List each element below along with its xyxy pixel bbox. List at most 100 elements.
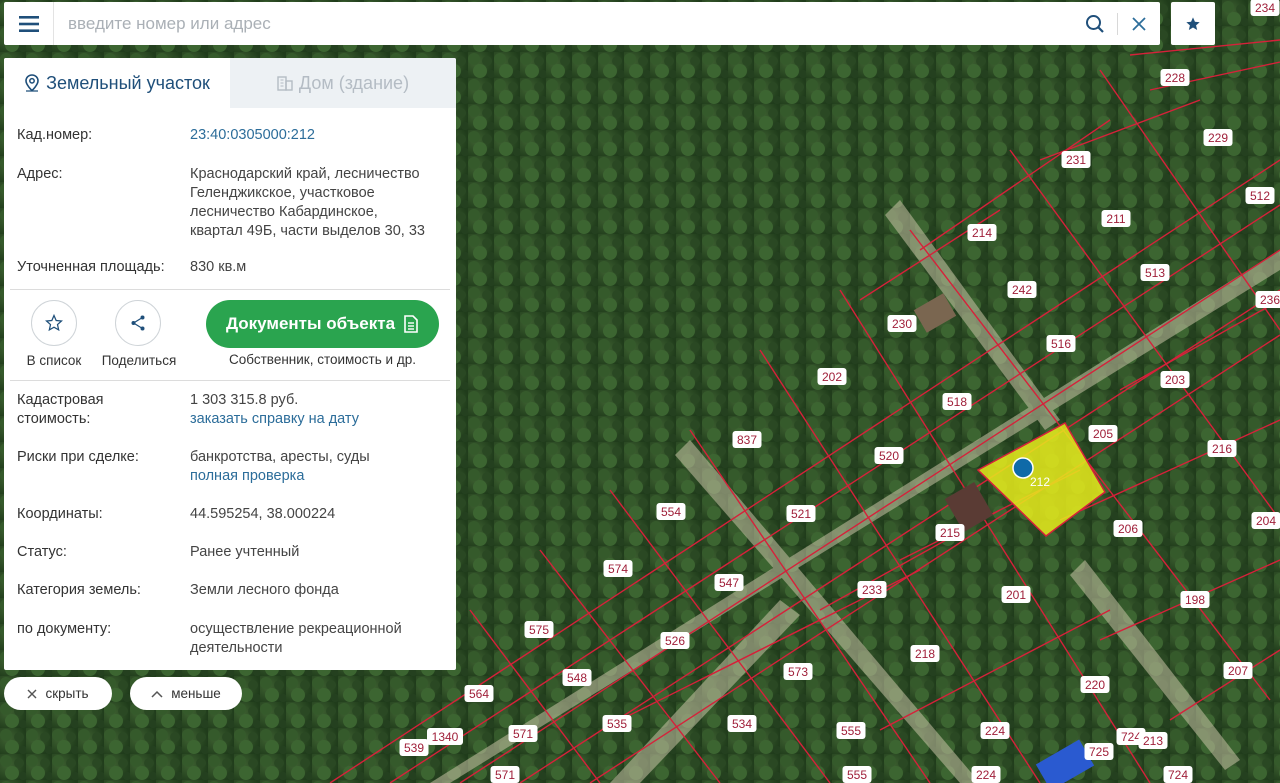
tab-building[interactable]: Дом (здание): [230, 58, 456, 108]
parcel-label-text: 573: [788, 665, 808, 679]
parcel-label-1340[interactable]: 1340: [427, 728, 463, 745]
parcel-label-725[interactable]: 725: [1084, 743, 1114, 760]
share-label: Поделиться: [101, 353, 177, 368]
parcel-label-text: 513: [1145, 266, 1165, 280]
collapse-panel-button[interactable]: меньше: [130, 677, 242, 710]
search-input[interactable]: [54, 2, 1073, 45]
documents-button[interactable]: Документы объекта: [206, 300, 439, 348]
parcel-label-text: 224: [976, 768, 996, 782]
parcel-label-513[interactable]: 513: [1140, 264, 1170, 281]
parcel-label-text: 216: [1212, 442, 1232, 456]
parcel-label-text: 236: [1260, 293, 1280, 307]
parcel-label-518[interactable]: 518: [942, 393, 972, 410]
parcel-label-236[interactable]: 236: [1255, 291, 1280, 308]
order-certificate-link[interactable]: заказать справку на дату: [190, 410, 445, 429]
parcel-label-526[interactable]: 526: [660, 632, 690, 649]
parcel-label-211[interactable]: 211: [1101, 210, 1131, 227]
parcel-label-234[interactable]: 234: [1250, 0, 1280, 16]
menu-button[interactable]: [4, 2, 54, 45]
parcel-label-547[interactable]: 547: [714, 574, 744, 591]
parcel-label-228[interactable]: 228: [1160, 69, 1190, 86]
parcel-label-text: 211: [1106, 212, 1125, 226]
address-value: Краснодарский край, лесничество Геленджи…: [190, 166, 425, 239]
parcel-label-573[interactable]: 573: [783, 663, 813, 680]
parcel-label-text: 574: [608, 562, 628, 576]
close-icon: [27, 689, 37, 698]
parcel-label-202[interactable]: 202: [817, 368, 847, 385]
full-check-link[interactable]: полная проверка: [190, 467, 445, 486]
add-to-list-button[interactable]: [31, 300, 77, 346]
parcel-label-198[interactable]: 198: [1180, 591, 1210, 608]
parcel-label-215[interactable]: 215: [935, 524, 965, 541]
parcel-label-539[interactable]: 539: [399, 739, 429, 756]
tab-land-plot[interactable]: Земельный участок: [4, 58, 230, 108]
clear-search-button[interactable]: [1118, 2, 1160, 45]
parcel-label-206[interactable]: 206: [1113, 520, 1143, 537]
parcel-label-837[interactable]: 837: [732, 431, 762, 448]
parcel-label-204[interactable]: 204: [1251, 512, 1280, 529]
parcel-label-214[interactable]: 214: [967, 224, 997, 241]
search-button[interactable]: [1073, 2, 1117, 45]
parcel-label-220[interactable]: 220: [1080, 676, 1110, 693]
parcel-label-555[interactable]: 555: [842, 766, 872, 783]
parcel-label-516[interactable]: 516: [1046, 335, 1076, 352]
parcel-label-213[interactable]: 213: [1138, 732, 1168, 749]
parcel-label-text: 520: [879, 449, 899, 463]
parcel-label-text: 724: [1121, 730, 1141, 744]
star-outline-icon: [45, 313, 63, 332]
documents-subtitle: Собственник, стоимость и др.: [229, 352, 416, 367]
parcel-label-text: 521: [791, 507, 811, 521]
parcel-label-text: 202: [822, 370, 842, 384]
parcel-label-554[interactable]: 554: [656, 503, 686, 520]
parcel-label-text: 203: [1165, 373, 1185, 387]
parcel-label-201[interactable]: 201: [1001, 586, 1031, 603]
parcel-label-203[interactable]: 203: [1160, 371, 1190, 388]
parcel-label-233[interactable]: 233: [857, 581, 887, 598]
parcel-label-224[interactable]: 224: [971, 766, 1001, 783]
panel-tabs: Земельный участок Дом (здание): [4, 58, 456, 108]
hide-panel-button[interactable]: скрыть: [4, 677, 112, 710]
parcel-label-724[interactable]: 724: [1163, 766, 1193, 783]
parcel-label-534[interactable]: 534: [727, 715, 757, 732]
hide-label: скрыть: [45, 686, 89, 701]
parcel-label-224[interactable]: 224: [980, 722, 1010, 739]
parcel-label-574[interactable]: 574: [603, 560, 633, 577]
cad-number-link[interactable]: 23:40:0305000:212: [190, 126, 445, 145]
hamburger-icon: [18, 15, 39, 32]
magnifier-icon: [1086, 14, 1104, 33]
parcel-label-207[interactable]: 207: [1223, 662, 1253, 679]
parcel-label-text: 1340: [432, 730, 459, 744]
parcel-label-230[interactable]: 230: [887, 315, 917, 332]
parcel-label-575[interactable]: 575: [524, 621, 554, 638]
parcel-label-571[interactable]: 571: [490, 766, 520, 783]
parcel-label-242[interactable]: 242: [1007, 281, 1037, 298]
cad-number-label: Кад.номер:: [17, 127, 93, 143]
parcel-label-text: 231: [1066, 153, 1086, 167]
add-to-list-label: В список: [26, 353, 82, 368]
tab-label: Дом (здание): [298, 72, 410, 93]
parcel-label-text: 571: [495, 768, 515, 782]
parcel-label-512[interactable]: 512: [1245, 187, 1275, 204]
parcel-label-231[interactable]: 231: [1061, 151, 1091, 168]
favorites-button[interactable]: [1171, 2, 1215, 45]
parcel-label-205[interactable]: 205: [1088, 425, 1118, 442]
parcel-label-text: 516: [1051, 337, 1071, 351]
share-button[interactable]: [115, 300, 161, 346]
selected-parcel-label: 212: [1030, 475, 1050, 489]
parcel-label-text: 220: [1085, 678, 1105, 692]
parcel-label-548[interactable]: 548: [562, 669, 592, 686]
parcel-label-564[interactable]: 564: [464, 685, 494, 702]
parcel-label-229[interactable]: 229: [1203, 129, 1233, 146]
parcel-label-555[interactable]: 555: [836, 722, 866, 739]
parcel-label-535[interactable]: 535: [602, 715, 632, 732]
parcel-label-218[interactable]: 218: [910, 645, 940, 662]
parcel-label-216[interactable]: 216: [1207, 440, 1237, 457]
parcel-label-text: 233: [862, 583, 882, 597]
parcel-label-text: 518: [947, 395, 967, 409]
parcel-label-520[interactable]: 520: [874, 447, 904, 464]
parcel-label-521[interactable]: 521: [786, 505, 816, 522]
parcel-label-text: 571: [513, 727, 533, 741]
parcel-label-571[interactable]: 571: [508, 725, 538, 742]
status-value: Ранее учтенный: [190, 544, 300, 560]
divider: [10, 380, 450, 381]
